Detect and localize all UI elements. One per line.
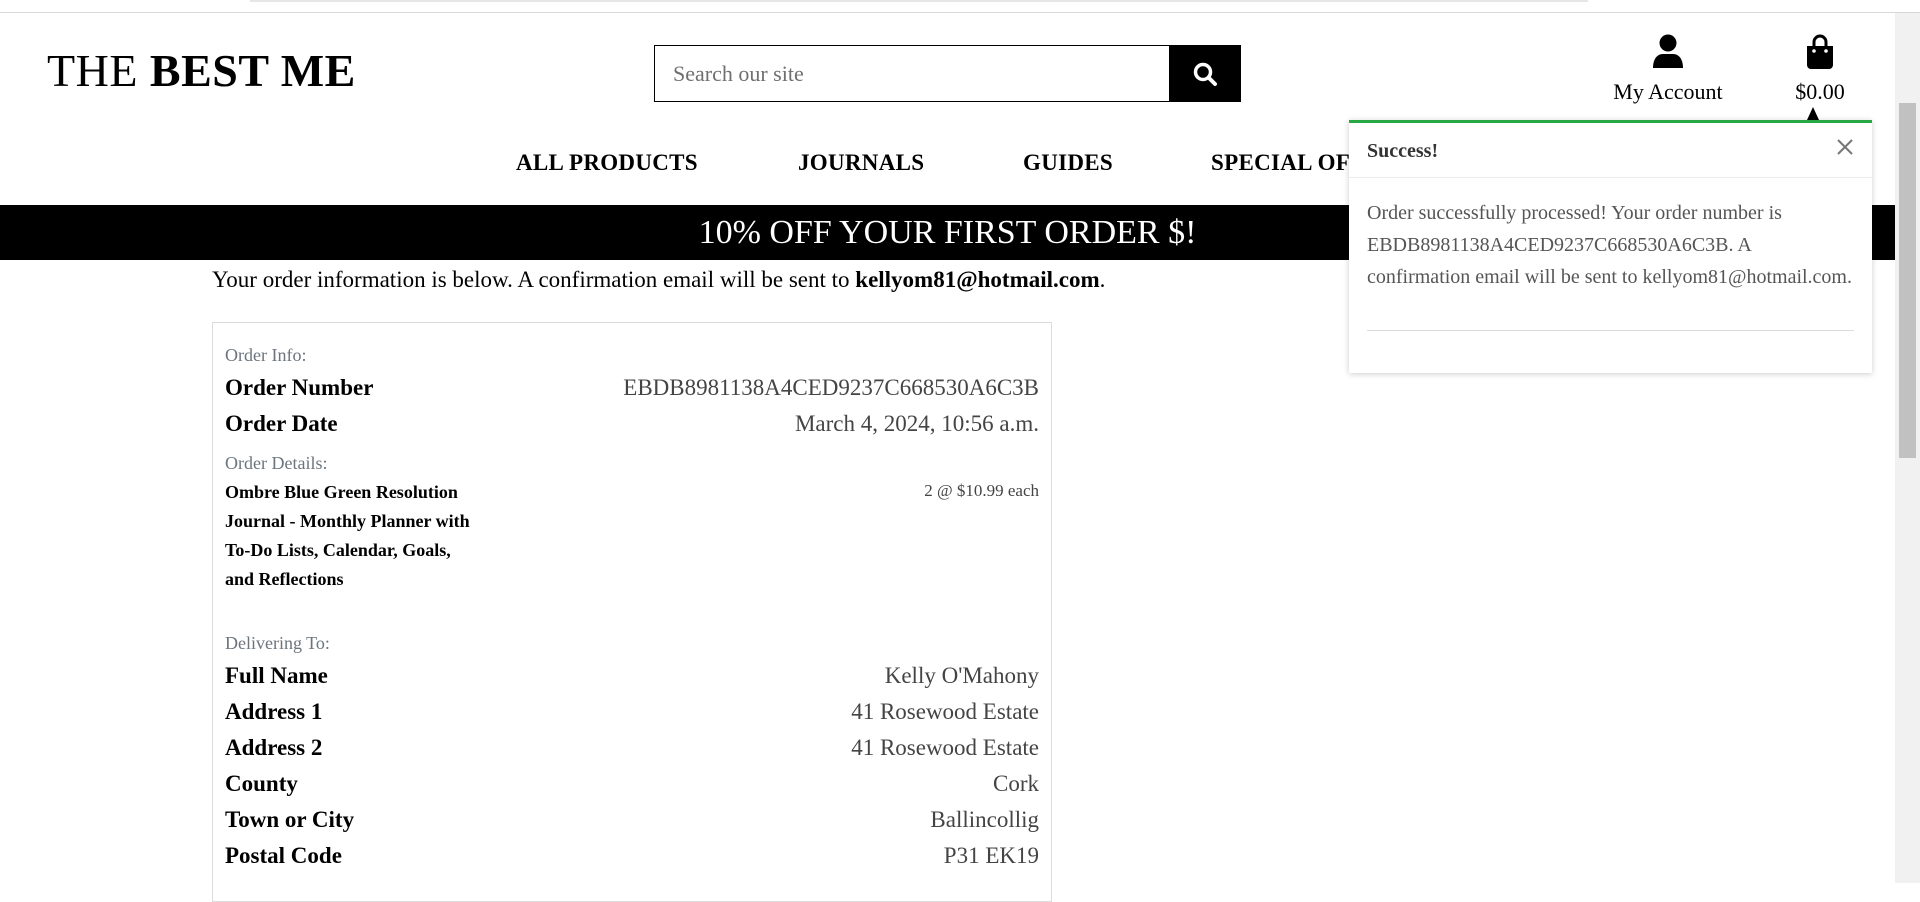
delivery-label: Full Name [225, 663, 328, 688]
delivery-label: Address 1 [225, 699, 323, 724]
nav-all-products[interactable]: ALL PRODUCTS [516, 150, 698, 176]
search-icon [1193, 62, 1217, 86]
delivery-row: County Cork [225, 771, 1039, 801]
search-form [654, 45, 1241, 102]
delivery-value: 41 Rosewood Estate [851, 699, 1039, 724]
my-account-label: My Account [1613, 79, 1723, 104]
browser-top-strip [0, 0, 1920, 13]
my-account-link[interactable]: My Account [1605, 34, 1731, 105]
cart-total: $0.00 [1795, 79, 1845, 104]
logo-text-regular: THE [47, 45, 150, 96]
delivery-row: Full Name Kelly O'Mahony [225, 663, 1039, 693]
toast-title: Success! [1367, 140, 1439, 162]
order-number-label: Order Number [225, 375, 374, 400]
order-details-heading: Order Details: [225, 453, 328, 473]
close-icon [1837, 139, 1853, 155]
shopping-bag-icon [1807, 34, 1833, 69]
product-quantity: 2 @ $10.99 each [924, 481, 1039, 500]
logo-text-bold: BEST ME [149, 45, 356, 96]
product-name: Ombre Blue Green Resolution Journal - Mo… [225, 482, 470, 589]
scrollbar-thumb[interactable] [1899, 103, 1916, 458]
delivery-value: Ballincollig [930, 807, 1039, 832]
nav-journals[interactable]: JOURNALS [798, 150, 924, 176]
search-button[interactable] [1169, 45, 1241, 102]
cart-link[interactable]: $0.00 [1785, 34, 1855, 105]
nav-special-offers[interactable]: SPECIAL OF [1211, 150, 1350, 176]
delivery-value: P31 EK19 [943, 843, 1039, 868]
delivery-row: Postal Code P31 EK19 [225, 843, 1039, 873]
delivery-label: County [225, 771, 298, 796]
order-intro: Your order information is below. A confi… [212, 267, 1105, 293]
delivering-to-heading: Delivering To: [225, 633, 330, 653]
success-toast: Success! Order successfully processed! Y… [1349, 107, 1872, 373]
intro-text: Your order information is below. A confi… [212, 267, 856, 292]
delivery-value: Kelly O'Mahony [884, 663, 1039, 688]
top-bar [250, 0, 1588, 2]
delivery-label: Postal Code [225, 843, 342, 868]
toast-message: Order successfully processed! Your order… [1367, 202, 1852, 288]
order-date-row: Order Date March 4, 2024, 10:56 a.m. [225, 411, 1039, 441]
toast-divider [1367, 330, 1854, 331]
order-date-label: Order Date [225, 411, 338, 436]
order-date-value: March 4, 2024, 10:56 a.m. [794, 411, 1039, 436]
nav-guides[interactable]: GUIDES [1023, 150, 1113, 176]
search-input[interactable] [654, 45, 1169, 102]
intro-email: kellyom81@hotmail.com [855, 267, 1100, 292]
delivery-label: Address 2 [225, 735, 323, 760]
page-scrollbar[interactable] [1895, 13, 1920, 883]
site-logo[interactable]: THE BEST ME [47, 44, 356, 97]
toast-arrow [1807, 107, 1819, 120]
order-number-row: Order Number EBDB8981138A4CED9237C668530… [225, 375, 1039, 405]
intro-suffix: . [1099, 267, 1106, 292]
order-number-value: EBDB8981138A4CED9237C668530A6C3B [623, 375, 1039, 400]
delivery-value: 41 Rosewood Estate [851, 735, 1039, 760]
user-icon [1653, 34, 1683, 68]
delivery-label: Town or City [225, 807, 355, 832]
delivery-value: Cork [993, 771, 1039, 796]
order-info-heading: Order Info: [225, 345, 307, 365]
toast-header: Success! [1349, 123, 1872, 178]
delivery-row: Address 1 41 Rosewood Estate [225, 699, 1039, 729]
toast-close-button[interactable] [1833, 135, 1857, 159]
delivery-row: Address 2 41 Rosewood Estate [225, 735, 1039, 765]
order-summary-card: Order Info: Order Number EBDB8981138A4CE… [212, 322, 1052, 902]
delivery-row: Town or City Ballincollig [225, 807, 1039, 837]
